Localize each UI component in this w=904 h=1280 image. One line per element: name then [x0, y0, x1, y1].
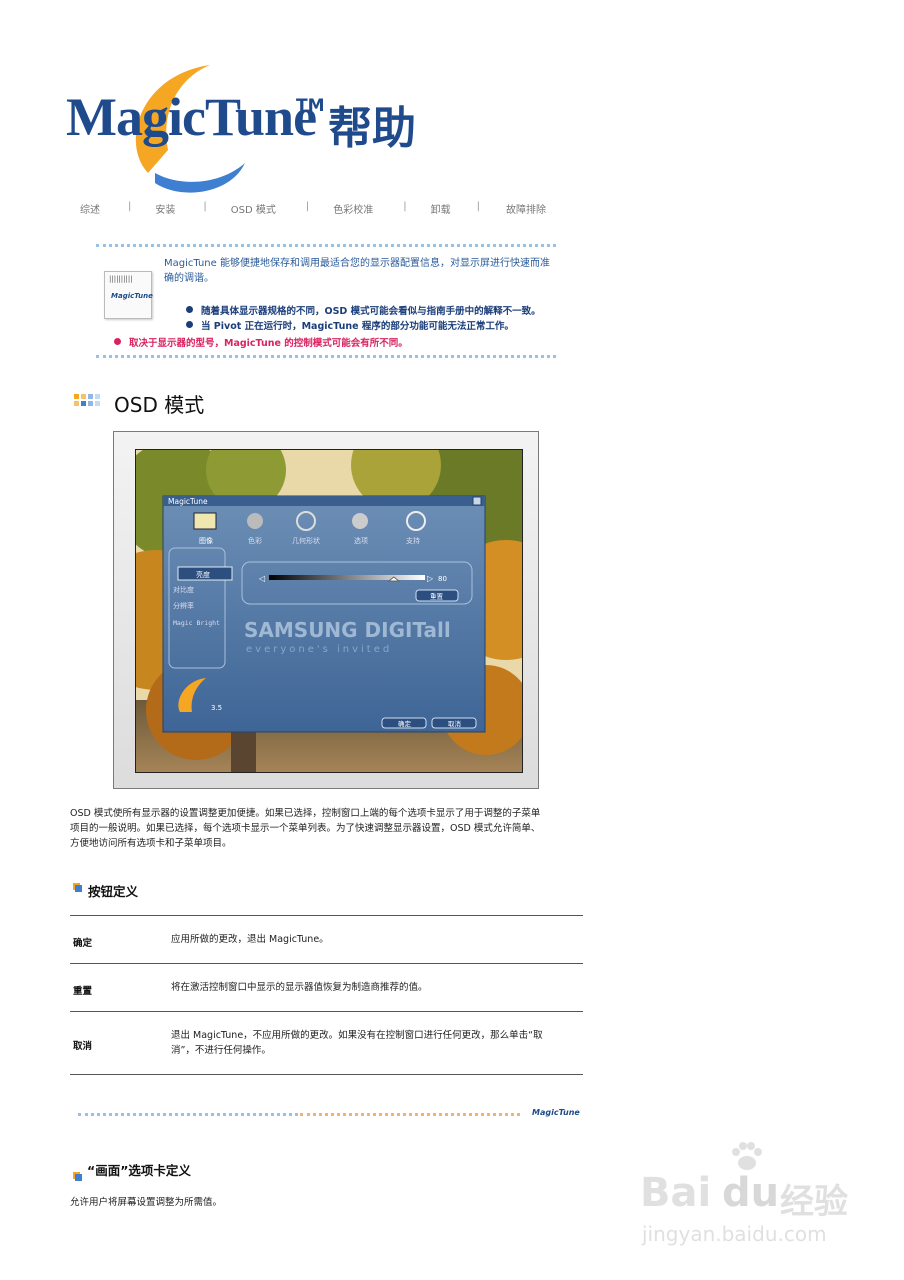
slider-right-arrow-icon[interactable]: ▷ [427, 574, 434, 583]
note-bullet-1: 随着具体显示器规格的不同，OSD 模式可能会看似与指南手册中的解释不一致。 [186, 303, 541, 317]
section-squares-icon [74, 394, 100, 406]
samsung-slogan: everyone's invited [246, 644, 392, 655]
watermark-jingyan: 经验 [780, 1182, 848, 1222]
osd-screenshot-frame: MagicTune 图像 色彩 几何形状 选项 支持 亮度 对比度 分辨率 Ma… [113, 431, 539, 789]
reset-button-label: 重置 [430, 593, 444, 601]
divider-bottom [96, 355, 556, 358]
note-bullet-red-text: 取决于显示器的型号，MagicTune 的控制模式可能会有所不同。 [129, 338, 408, 349]
table-key-ok: 确定 [73, 938, 93, 949]
table-rule [70, 915, 583, 916]
bullet-icon [186, 321, 193, 328]
tab-picture[interactable]: 图像 [199, 536, 213, 545]
footer-divider-orange [300, 1113, 520, 1116]
notepad-rings-icon: |||||||||| [109, 275, 133, 283]
note-intro-line1: MagicTune 能够便捷地保存和调用最适合您的显示器配置信息，对显示屏进行快… [164, 258, 550, 269]
tab-color-icon [247, 513, 263, 529]
table-key-cancel: 取消 [73, 1041, 93, 1052]
watermark-du: du [722, 1170, 780, 1216]
heading-bullet-icon [73, 883, 82, 892]
top-nav: 综述 | 安装 | OSD 模式 | 色彩校准 | 卸载 | 故障排除 [80, 201, 546, 216]
tab-color[interactable]: 色彩 [248, 536, 262, 545]
nav-separator: | [203, 201, 207, 212]
slider-value: 80 [438, 575, 447, 583]
note-bullet-1-text: 随着具体显示器规格的不同，OSD 模式可能会看似与指南手册中的解释不一致。 [201, 306, 541, 317]
divider-top [96, 244, 556, 247]
ok-button-label: 确定 [398, 719, 412, 728]
menu-resolution[interactable]: 分辨率 [173, 601, 194, 610]
tab-options[interactable]: 选项 [354, 536, 368, 545]
nav-separator: | [128, 201, 132, 212]
tab-definition-heading: “画面”选项卡定义 [87, 1163, 191, 1178]
logo-help-title: 帮助 [328, 103, 416, 154]
osd-close-icon[interactable] [472, 496, 482, 506]
nav-separator: | [403, 201, 407, 212]
nav-separator: | [305, 201, 310, 212]
tab-definition-paragraph: 允许用户将屏幕设置调整为所需值。 [70, 1197, 223, 1208]
nav-separator: | [476, 201, 480, 212]
table-rule [70, 1074, 583, 1075]
note-intro-line2: 确的调谐。 [164, 273, 214, 284]
tab-geometry[interactable]: 几何形状 [292, 536, 320, 545]
heading-bullet-icon [73, 1172, 82, 1181]
osd-window-title: MagicTune [168, 497, 208, 506]
nav-osd-mode[interactable]: OSD 模式 [231, 201, 276, 216]
nav-uninstall[interactable]: 卸载 [431, 201, 451, 216]
osd-screenshot: MagicTune 图像 色彩 几何形状 选项 支持 亮度 对比度 分辨率 Ma… [135, 449, 523, 773]
watermark-url: jingyan.baidu.com [642, 1222, 827, 1246]
slider-left-arrow-icon[interactable]: ◁ [258, 574, 265, 583]
table-rule [70, 1011, 583, 1012]
tab-options-icon [352, 513, 368, 529]
brightness-slider[interactable] [269, 575, 425, 580]
table-val-cancel-line2: 消”，不进行任何操作。 [171, 1045, 271, 1056]
samsung-brand: SAMSUNG DIGITall [244, 618, 451, 642]
bullet-icon [114, 338, 121, 345]
footer-logo: MagicTune [532, 1108, 580, 1117]
menu-contrast[interactable]: 对比度 [173, 585, 194, 594]
table-val-reset: 将在激活控制窗口中显示的显示器值恢复为制造商推荐的值。 [171, 982, 428, 993]
logo-wordmark: MagicTune [66, 87, 317, 147]
menu-brightness[interactable]: 亮度 [196, 570, 210, 579]
section-title: OSD 模式 [114, 393, 205, 417]
baidu-watermark: Bai du 经验 jingyan.baidu.com [640, 1140, 865, 1250]
table-key-reset: 重置 [73, 986, 93, 997]
bullet-icon [186, 306, 193, 313]
cancel-button-label: 取消 [448, 719, 462, 728]
nav-troubleshooting[interactable]: 故障排除 [506, 201, 546, 216]
table-val-cancel-line1: 退出 MagicTune，不应用所做的更改。如果没有在控制窗口进行任何更改，那么… [171, 1030, 543, 1041]
nav-install[interactable]: 安装 [155, 201, 175, 216]
osd-paragraph-line3: 方便地访问所有选项卡和子菜单项目。 [70, 838, 232, 849]
table-val-ok: 应用所做的更改，退出 MagicTune。 [171, 934, 329, 945]
notepad-label: MagicTune [111, 292, 153, 300]
watermark-bai: Bai [640, 1170, 712, 1216]
tab-picture-icon [193, 512, 217, 530]
notepad-icon: |||||||||| MagicTune [104, 271, 153, 319]
buttons-heading: 按钮定义 [88, 884, 139, 899]
note-bullet-2: 当 Pivot 正在运行时，MagicTune 程序的部分功能可能无法正常工作。 [186, 318, 514, 332]
nav-overview[interactable]: 综述 [80, 201, 100, 216]
version-label: 3.5 [211, 704, 222, 712]
osd-paragraph-line2: 项目的一般说明。如果已选择，每个选项卡显示一个菜单列表。为了快速调整显示器设置，… [70, 823, 541, 834]
note-bullet-2-text: 当 Pivot 正在运行时，MagicTune 程序的部分功能可能无法正常工作。 [201, 321, 514, 332]
osd-paragraph-line1: OSD 模式使所有显示器的设置调整更加便捷。如果已选择，控制窗口上端的每个选项卡… [70, 808, 541, 819]
nav-color-calibration[interactable]: 色彩校准 [333, 201, 373, 216]
tab-support[interactable]: 支持 [406, 536, 420, 545]
table-rule [70, 963, 583, 964]
note-bullet-red: 取决于显示器的型号，MagicTune 的控制模式可能会有所不同。 [114, 335, 408, 349]
footer-divider-blue [78, 1113, 298, 1116]
baidu-paw-icon [730, 1142, 764, 1172]
logo-trademark: TM [296, 96, 325, 116]
menu-magic-bright[interactable]: Magic Bright [173, 619, 220, 627]
